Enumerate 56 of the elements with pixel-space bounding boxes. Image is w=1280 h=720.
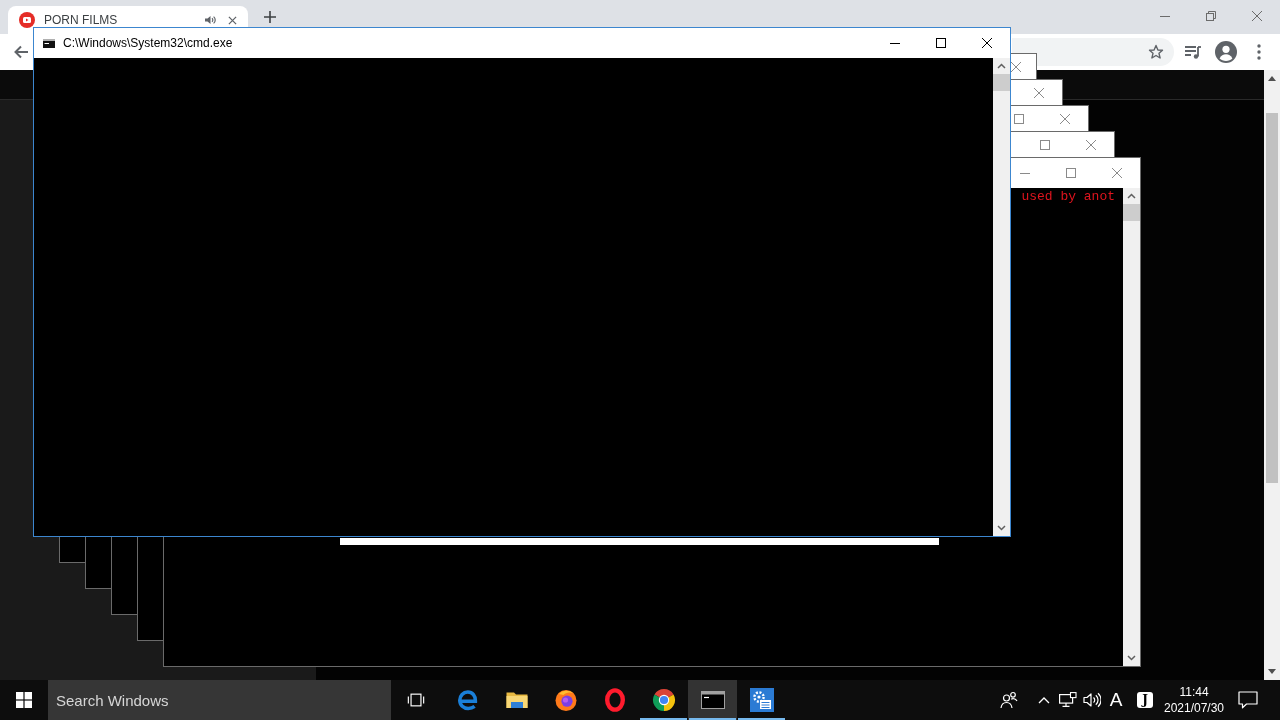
back-arrow-icon	[13, 44, 29, 60]
scrollbar[interactable]	[1123, 188, 1140, 666]
scroll-thumb[interactable]	[993, 74, 1010, 91]
page-scrollbar[interactable]	[1264, 70, 1280, 680]
task-view-icon	[407, 692, 425, 708]
terminal-icon	[700, 691, 725, 709]
close-icon	[1086, 139, 1096, 150]
address-bar[interactable]	[1012, 38, 1174, 66]
playlist-icon	[1184, 44, 1202, 60]
scrollbar[interactable]	[993, 58, 1010, 536]
chevron-up-icon	[1038, 696, 1050, 704]
scroll-up-icon	[1268, 76, 1276, 81]
scroll-down-icon	[1268, 669, 1276, 674]
speaker-icon	[1083, 692, 1101, 708]
windows-logo-icon	[16, 692, 32, 708]
console-icon	[43, 38, 55, 48]
tray-app-badge[interactable]: J	[1137, 692, 1153, 708]
firefox-icon	[553, 688, 578, 712]
chevron-down-icon	[1127, 655, 1136, 661]
star-icon	[1148, 44, 1164, 60]
search-field[interactable]: Search Windows	[48, 680, 391, 720]
speech-bubble-icon	[1238, 691, 1258, 709]
scroll-thumb[interactable]	[1123, 204, 1140, 221]
maximize-icon	[1040, 139, 1050, 150]
settings-window-icon	[749, 688, 774, 712]
close-icon	[1252, 11, 1262, 21]
plus-icon	[263, 10, 277, 24]
maximize-icon	[936, 38, 946, 48]
scroll-thumb[interactable]	[1266, 113, 1278, 483]
menu-icon	[1257, 44, 1261, 60]
close-icon	[1011, 61, 1021, 72]
chevron-up-icon	[997, 63, 1006, 69]
chevron-down-icon	[997, 525, 1006, 531]
network-icon	[1059, 692, 1077, 708]
maximize-icon	[1066, 168, 1076, 178]
avatar-icon	[1215, 41, 1237, 63]
console-text: used by anot	[1021, 189, 1115, 205]
play-logo-icon	[19, 12, 35, 28]
close-icon	[227, 15, 237, 25]
close-icon	[1112, 168, 1122, 178]
close-icon	[1060, 113, 1070, 124]
chrome-icon	[651, 688, 676, 712]
close-icon	[982, 38, 992, 48]
taskbar-app-button[interactable]	[688, 680, 737, 720]
chevron-up-icon	[1127, 193, 1136, 199]
restore-icon	[1206, 11, 1216, 21]
clock-button[interactable]: 11:44 2021/07/30	[1162, 680, 1226, 720]
profile-button[interactable]	[1212, 38, 1240, 66]
bookmark-button[interactable]	[1148, 44, 1164, 60]
opera-icon	[602, 688, 627, 712]
input-mode-indicator[interactable]: A	[1104, 680, 1128, 720]
close-icon	[1034, 87, 1044, 98]
people-icon	[1000, 691, 1018, 709]
maximize-icon	[1014, 113, 1024, 124]
window-title: C:\Windows\System32\cmd.exe	[63, 36, 233, 50]
edge-icon	[455, 688, 480, 712]
